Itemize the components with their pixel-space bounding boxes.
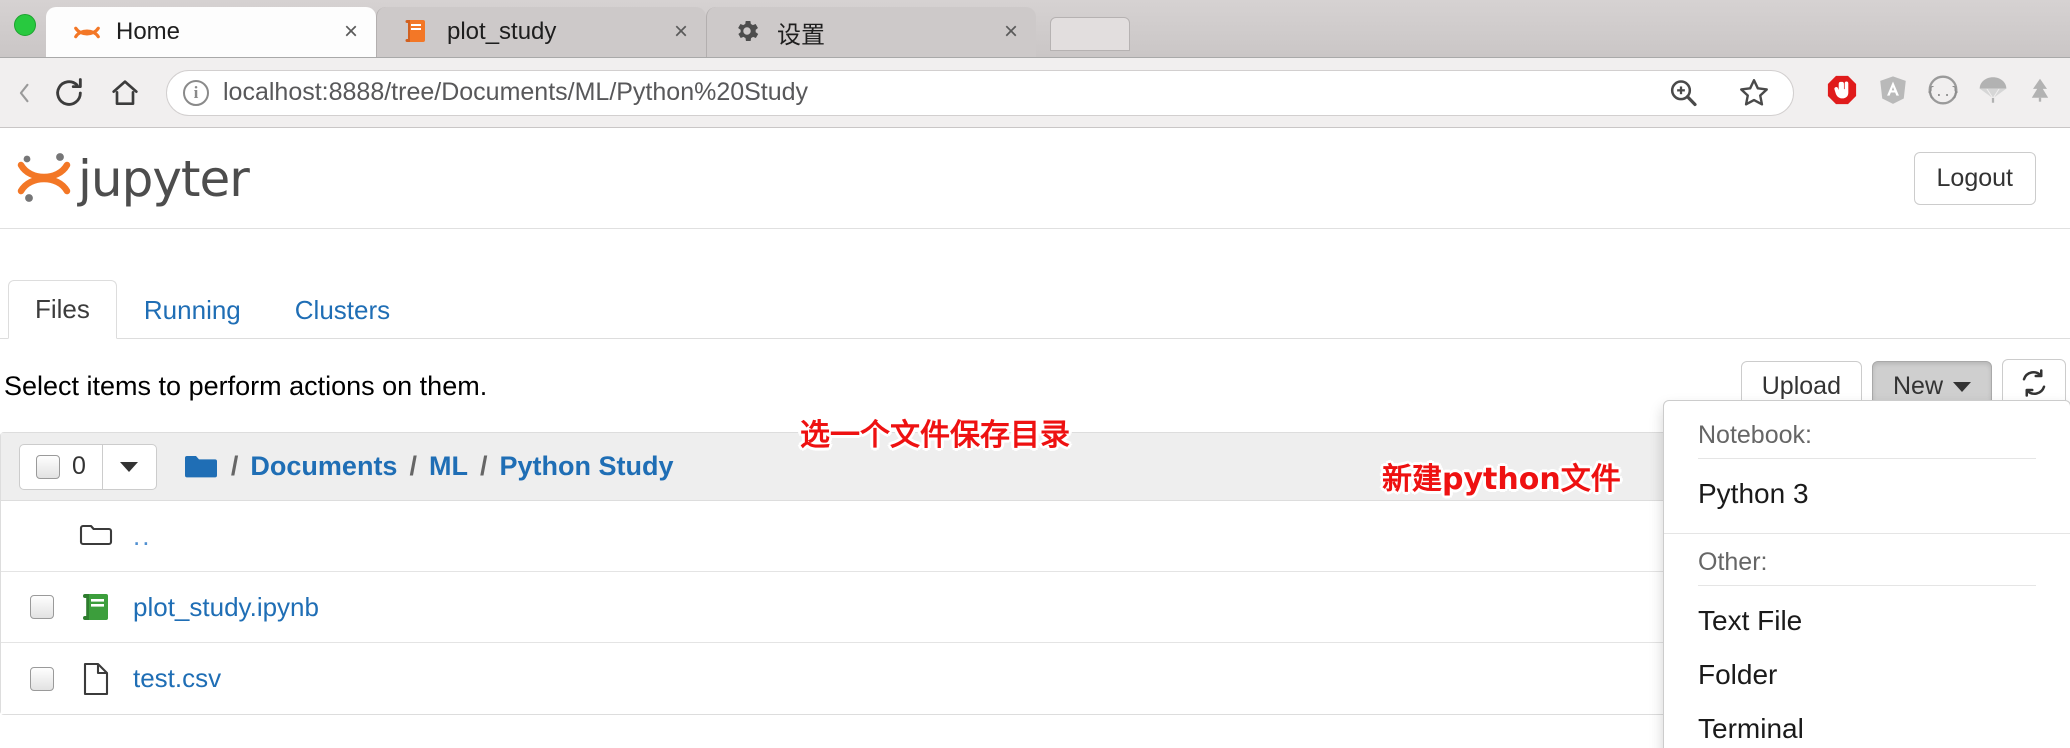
file-name-link[interactable]: test.csv [133, 663, 221, 694]
divider [1664, 533, 2070, 534]
chevron-down-icon [1953, 382, 1971, 393]
menu-item-terminal[interactable]: Terminal [1664, 702, 2070, 748]
jupyter-header: jupyter Logout [0, 129, 2070, 229]
new-tab-button[interactable] [1050, 17, 1130, 51]
angular-icon[interactable] [1876, 73, 1910, 112]
tab-title: plot_study [447, 18, 557, 45]
selected-count: 0 [72, 452, 86, 480]
braces-icon[interactable]: {..} [1926, 73, 1960, 112]
select-all-checkbox[interactable] [36, 454, 60, 479]
close-icon[interactable]: × [674, 20, 688, 44]
browser-tab-plot-study[interactable]: plot_study × [376, 7, 706, 57]
tab-title: Home [116, 18, 181, 45]
annotation-create-python-file: 新建python文件 [1382, 462, 1621, 497]
jupyter-tablist: Files Running Clusters [0, 277, 2070, 339]
home-icon[interactable] [104, 72, 146, 114]
row-checkbox-slot[interactable] [19, 666, 65, 691]
annotation-select-save-directory: 选一个文件保存目录 [800, 418, 1070, 453]
divider [1698, 585, 2036, 586]
gear-icon [733, 17, 763, 47]
row-checkbox[interactable] [30, 595, 54, 619]
zoom-in-icon[interactable] [1667, 77, 1699, 109]
file-name-link[interactable]: plot_study.ipynb [133, 592, 319, 623]
menu-item-python-3[interactable]: Python 3 [1664, 467, 2070, 521]
divider [1698, 458, 2036, 459]
select-all-group[interactable]: 0 [19, 443, 157, 490]
chevron-down-icon [120, 461, 139, 472]
star-icon[interactable] [1737, 76, 1771, 110]
close-icon[interactable]: × [1004, 20, 1018, 44]
browser-toolbar: i localhost:8888/tree/Documents/ML/Pytho… [0, 58, 2070, 128]
dropdown-header-other: Other: [1698, 548, 1768, 576]
folder-icon[interactable] [183, 452, 219, 482]
close-icon[interactable]: × [344, 20, 358, 44]
row-checkbox-slot[interactable] [19, 595, 65, 619]
tab-running[interactable]: Running [117, 281, 268, 339]
select-all-checkbox-wrap[interactable]: 0 [20, 452, 102, 481]
jupyter-wordmark: jupyter [78, 149, 250, 208]
select-items-hint: Select items to perform actions on them. [4, 371, 488, 401]
browser-tabstrip: Home × plot_study × 设置 × [0, 0, 2070, 58]
row-checkbox[interactable] [30, 666, 54, 691]
notebook-icon[interactable] [65, 591, 127, 623]
browser-tab-home[interactable]: Home × [46, 7, 376, 57]
address-bar[interactable]: i localhost:8888/tree/Documents/ML/Pytho… [166, 69, 1794, 116]
breadcrumb-item-python-study[interactable]: Python Study [499, 451, 673, 482]
file-icon[interactable] [65, 662, 127, 696]
back-icon[interactable] [16, 72, 34, 114]
tab-files[interactable]: Files [8, 280, 117, 339]
browser-window: Home × plot_study × 设置 × i localhost:888… [0, 0, 2070, 748]
jupyter-icon [72, 17, 102, 47]
breadcrumb-item-documents[interactable]: Documents [250, 451, 397, 482]
browser-tab-settings[interactable]: 设置 × [706, 7, 1036, 57]
logout-button[interactable]: Logout [1913, 152, 2036, 205]
dropdown-header-notebook: Notebook: [1698, 421, 1812, 449]
url-text: localhost:8888/tree/Documents/ML/Python%… [223, 78, 809, 106]
tab-clusters[interactable]: Clusters [268, 281, 417, 339]
new-dropdown-menu: Notebook: Python 3 Other: Text File Fold… [1663, 400, 2070, 748]
new-button-label: New [1892, 372, 1943, 400]
breadcrumb-item-ml[interactable]: ML [429, 451, 468, 482]
menu-item-text-file[interactable]: Text File [1664, 594, 2070, 648]
breadcrumb-separator: / [409, 451, 417, 481]
folder-outline-icon[interactable] [65, 521, 127, 551]
select-menu-toggle[interactable] [101, 444, 156, 489]
breadcrumb: / Documents / ML / Python Study [183, 451, 673, 482]
reload-icon[interactable] [48, 72, 90, 114]
tab-title: 设置 [777, 21, 825, 49]
file-name-link[interactable]: .. [133, 521, 151, 552]
svg-text:{..}: {..} [1927, 85, 1959, 100]
window-close-dot[interactable] [14, 14, 36, 36]
extension-icons: {..} [1814, 72, 2054, 113]
breadcrumb-separator: / [479, 451, 488, 481]
parachute-icon[interactable] [1976, 73, 2010, 112]
info-icon[interactable]: i [183, 79, 209, 106]
jupyter-logo-icon [14, 143, 74, 214]
adblock-icon[interactable] [1824, 72, 1860, 113]
notebook-icon [403, 17, 433, 47]
menu-item-folder[interactable]: Folder [1664, 648, 2070, 702]
tree-icon[interactable] [2026, 73, 2054, 112]
jupyter-logo[interactable]: jupyter [14, 143, 250, 214]
breadcrumb-separator: / [230, 451, 239, 481]
